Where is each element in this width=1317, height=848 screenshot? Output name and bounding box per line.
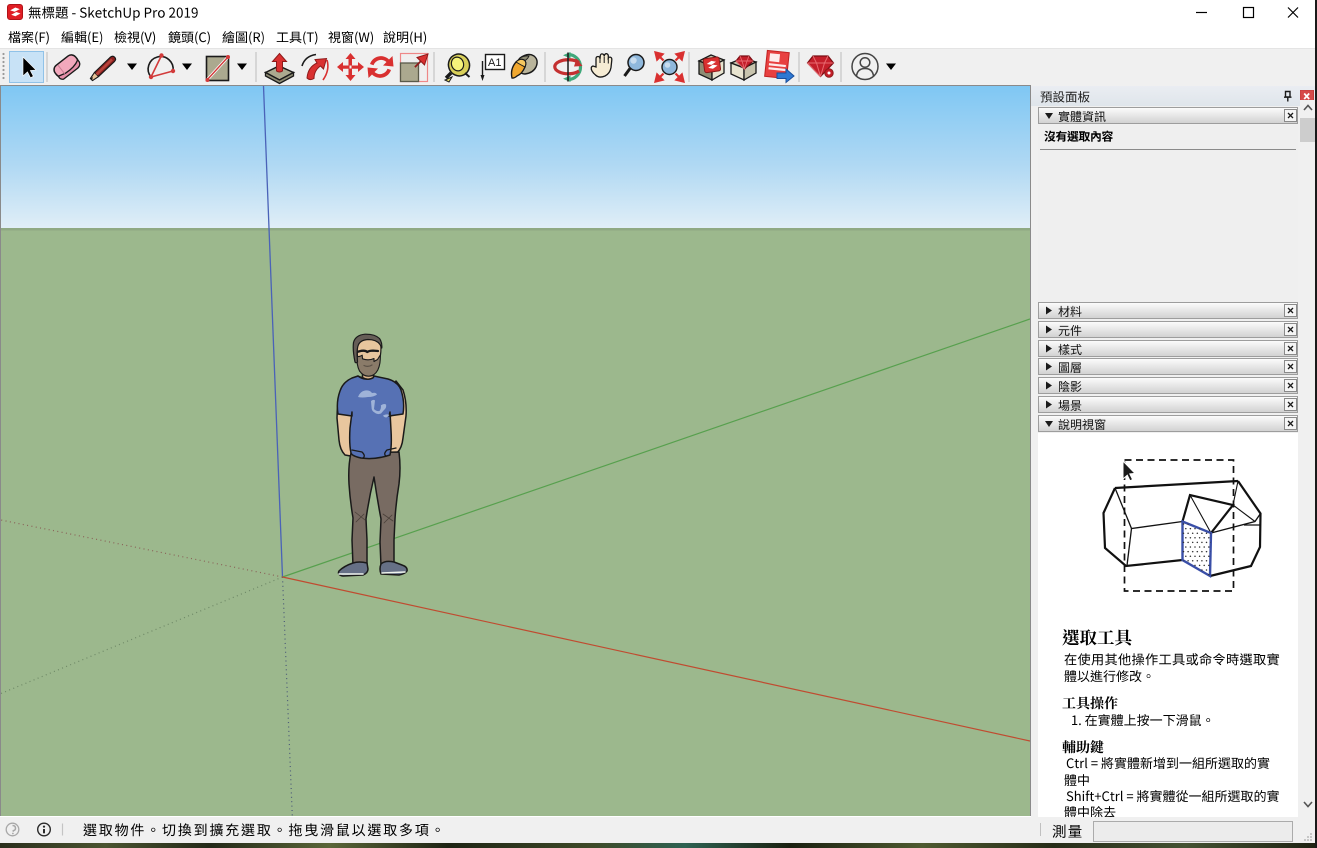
svg-text:A1: A1 — [488, 57, 501, 69]
